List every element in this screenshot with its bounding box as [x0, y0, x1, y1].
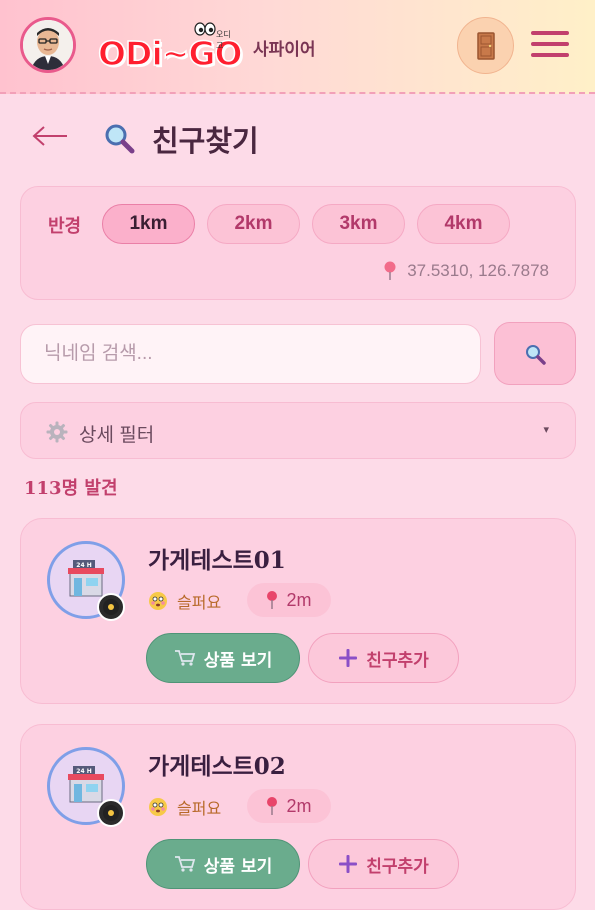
shopping-cart-icon [174, 856, 195, 872]
logo-small-text: 오디고 [216, 30, 231, 50]
radius-panel: 반경 1km 2km 3km 4km 37.5310, 126.7878 [20, 186, 576, 300]
menu-line [531, 53, 569, 57]
radius-label: 반경 [48, 216, 82, 237]
detail-filter-toggle[interactable]: 상세 필터 ▾ [20, 402, 576, 459]
mood-text: 슬퍼요 [177, 799, 222, 818]
add-friend-label: 친구추가 [366, 856, 429, 877]
current-location: 37.5310, 126.7878 [383, 261, 549, 281]
user-avatar[interactable] [20, 17, 76, 73]
radius-option-1km[interactable]: 1km [102, 204, 195, 244]
add-friend-button[interactable]: 친구추가 [308, 839, 459, 889]
radius-option-4km[interactable]: 4km [417, 204, 510, 244]
magnifier-icon [105, 124, 135, 154]
vinyl-record-icon [97, 799, 125, 827]
magnifier-icon [526, 344, 546, 365]
shopping-cart-icon [174, 650, 195, 666]
distance-badge: 2m [247, 789, 331, 823]
svg-text:24 H: 24 H [76, 562, 91, 569]
nickname-search-input[interactable] [20, 324, 481, 384]
friend-mood: 슬퍼요 [148, 589, 221, 613]
view-products-button[interactable]: 상품 보기 [146, 839, 300, 889]
vinyl-record-icon [97, 593, 125, 621]
result-count: 113명 발견 [24, 478, 118, 499]
plus-icon [339, 855, 358, 873]
menu-line [531, 42, 569, 46]
app-logo[interactable]: ODi~GO 오디고 [97, 22, 243, 74]
flushed-face-icon [149, 798, 167, 816]
pushpin-icon [267, 591, 278, 609]
svg-text:24 H: 24 H [76, 768, 91, 775]
radius-option-2km[interactable]: 2km [207, 204, 300, 244]
page-title: 친구찾기 [152, 124, 259, 158]
view-products-label: 상품 보기 [203, 856, 273, 877]
filter-label: 상세 필터 [79, 425, 155, 446]
plus-icon [339, 649, 358, 667]
header-username: 사파이어 [253, 40, 316, 60]
app-header: ODi~GO 오디고 사파이어 [0, 0, 595, 94]
add-friend-button[interactable]: 친구추가 [308, 633, 459, 683]
search-button[interactable] [494, 322, 576, 385]
pushpin-icon [384, 261, 396, 280]
distance-text: 2m [286, 589, 312, 610]
back-button[interactable] [31, 119, 71, 155]
friend-name: 가게테스트01 [148, 547, 286, 574]
menu-line [531, 31, 569, 35]
view-products-label: 상품 보기 [203, 650, 273, 671]
pushpin-icon [267, 797, 278, 815]
friend-name: 가게테스트02 [148, 753, 286, 780]
gear-icon [46, 421, 68, 443]
add-friend-label: 친구추가 [366, 650, 429, 671]
profile-photo [23, 20, 73, 70]
flushed-face-icon [149, 592, 167, 610]
logo-eyes-icon [194, 22, 216, 36]
mood-text: 슬퍼요 [177, 593, 222, 612]
distance-badge: 2m [247, 583, 331, 617]
distance-text: 2m [286, 795, 312, 816]
friend-card: 24 H 가게테스트01 슬퍼요 2m 상품 보기 친구추가 [20, 518, 576, 704]
arrow-left-icon [32, 126, 67, 146]
view-products-button[interactable]: 상품 보기 [146, 633, 300, 683]
friend-mood: 슬퍼요 [148, 795, 221, 819]
radius-option-3km[interactable]: 3km [312, 204, 405, 244]
door-button[interactable] [457, 17, 514, 74]
friend-card: 24 H 가게테스트02 슬퍼요 2m 상품 보기 친구추가 [20, 724, 576, 910]
door-icon [476, 31, 495, 60]
coordinates-text: 37.5310, 126.7878 [407, 261, 549, 280]
hamburger-menu-button[interactable] [531, 29, 571, 59]
chevron-down-icon: ▾ [543, 423, 549, 436]
